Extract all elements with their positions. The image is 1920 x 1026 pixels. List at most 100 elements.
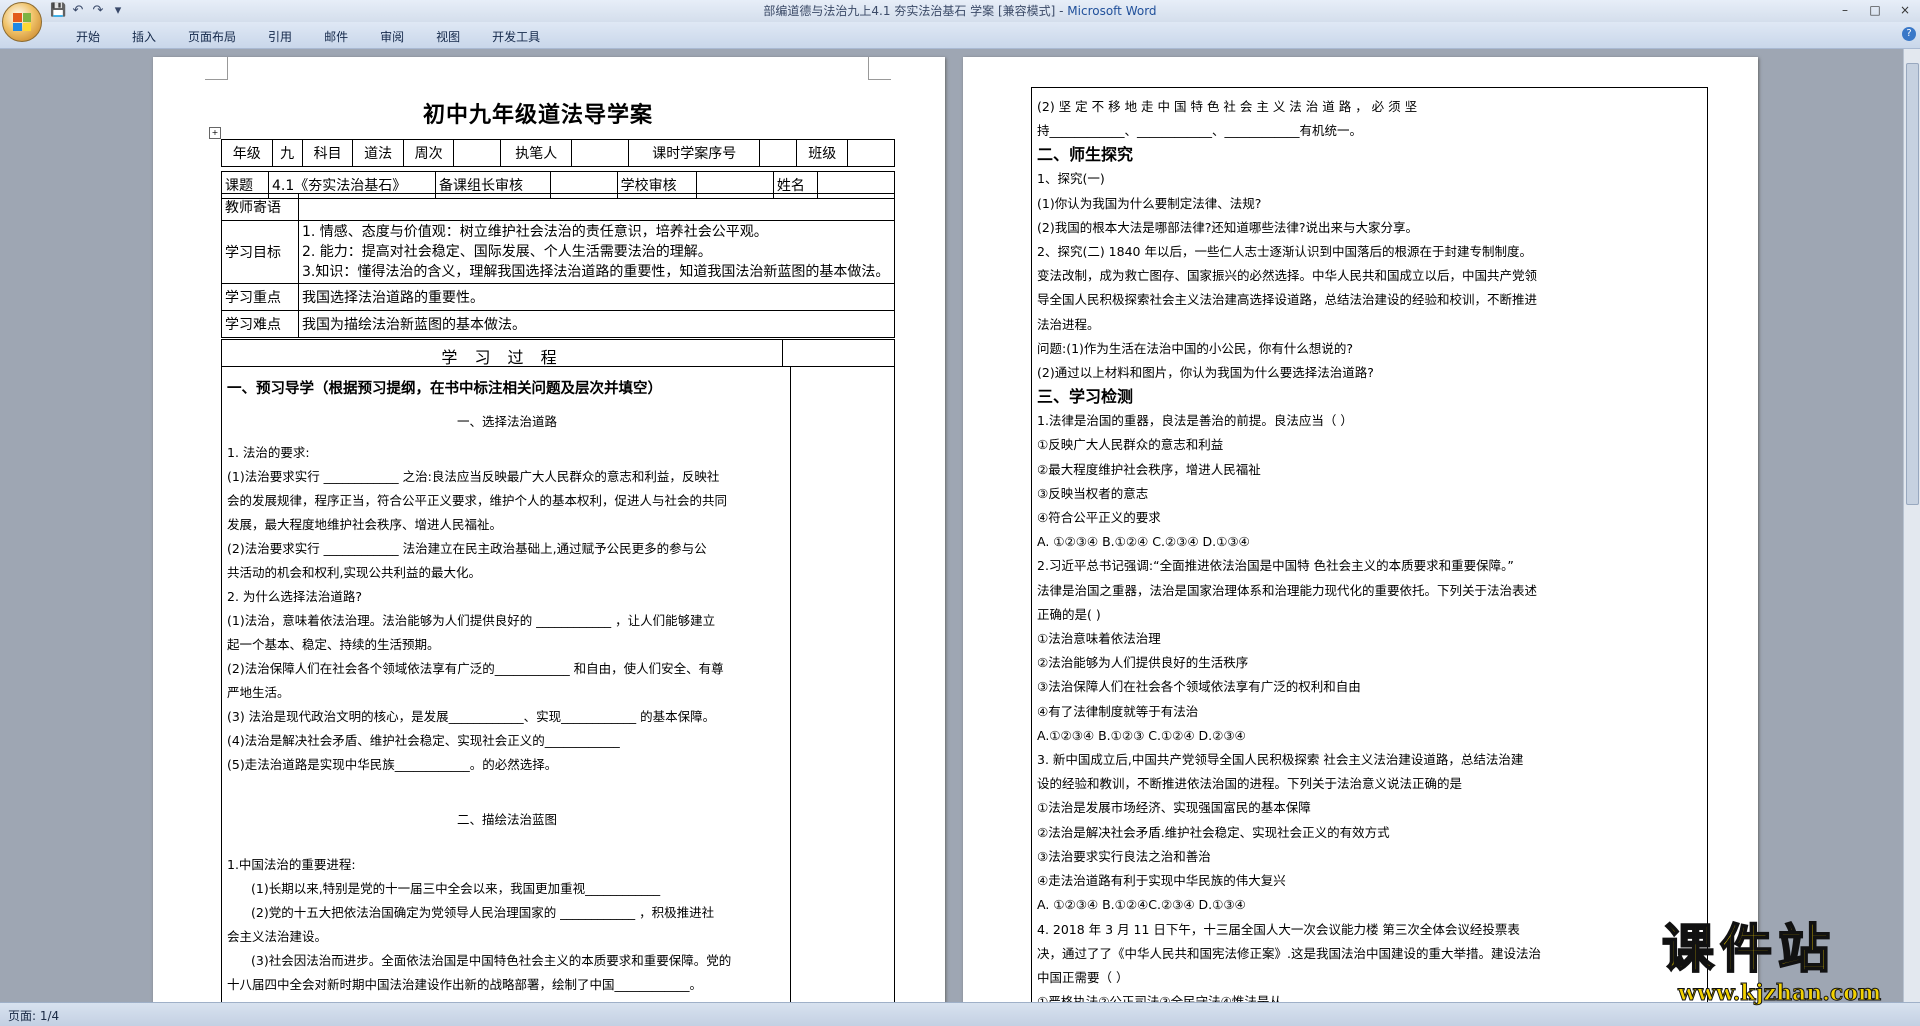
maximize-button[interactable]: □ [1860, 0, 1890, 20]
page1-content: 一、预习导学（根据预习提纲，在书中标注相关问题及层次并填空） 一、选择法治道路 … [227, 375, 787, 997]
text-line: 法律是治国之重器，法治是国家治理体系和治理能力现代化的重要依托。下列关于法治表述 [1037, 582, 1538, 598]
text-line: ③法治保障人们在社会各个领域依法享有广泛的权利和自由 [1037, 679, 1361, 695]
text-line: 问题:(1)作为生活在法治中国的小公民，你有什么想说的? [1037, 340, 1354, 356]
cell: 九 [271, 139, 303, 167]
text-line: 2、探究(二) 1840 年以后，一些仁人志士逐渐认识到中国落后的根源在于封建专… [1037, 244, 1532, 260]
text-line: 发展，最大程度地维护社会秩序、增进人民福祉。 [227, 517, 503, 532]
text-line: ④走法治道路有利于实现中华民族的伟大复兴 [1037, 873, 1286, 889]
text-line: (2) 坚 定 不 移 地 走 中 国 特 色 社 会 主 义 法 治 道 路 … [1037, 99, 1418, 114]
undo-icon[interactable]: ↶ [70, 3, 86, 19]
text-line: ④有了法律制度就等于有法治 [1037, 703, 1199, 719]
watermark-main: 课件站 [1661, 919, 1837, 981]
tab-insert[interactable]: 插入 [116, 28, 172, 45]
text-line: 1.中国法治的重要进程: [227, 857, 356, 872]
section-heading: 三、学习检测 [1037, 387, 1134, 407]
text-line: ④符合公平正义的要求 [1037, 510, 1161, 526]
office-button[interactable] [2, 2, 42, 42]
text-line: (2)法治保障人们在社会各个领域依法享有广泛的____________ 和自由，… [227, 661, 724, 676]
tab-references[interactable]: 引用 [252, 28, 308, 45]
text-line: 设的经验和教训，不断推进依法治国的进程。下列关于法治意义说法正确的是 [1037, 776, 1463, 792]
text-line: 变法改制，成为救亡图存、国家振兴的必然选择。中华人民共和国成立以后，中国共产党领 [1037, 268, 1538, 284]
customize-qat-icon[interactable]: ▾ [110, 3, 126, 19]
key-point-label: 学习重点 [221, 283, 299, 311]
save-icon[interactable]: 💾 [50, 3, 66, 19]
key-point-text: 我国选择法治道路的重要性。 [298, 283, 895, 311]
objectives-table: 教师寄语 学习目标 1. 情感、态度与价值观：树立维护社会法治的责任意识，培养社… [221, 193, 895, 338]
tab-page-layout[interactable]: 页面布局 [172, 28, 252, 45]
redo-icon[interactable]: ↷ [90, 3, 106, 19]
crop-mark [205, 57, 228, 80]
text-line: ①法治是发展市场经济、实现强国富民的基本保障 [1037, 800, 1311, 816]
text-line [227, 777, 787, 801]
text-line: (2)我国的根本大法是哪部法律?还知道哪些法律?说出来与大家分享。 [1037, 219, 1418, 235]
tab-developer[interactable]: 开发工具 [476, 28, 556, 45]
text-line: (5)走法治道路是实现中华民族____________。的必然选择。 [227, 757, 558, 772]
window-title: 部编道德与法治九上4.1 夯实法治基石 学案 [兼容模式] - Microsof… [763, 4, 1157, 18]
minimize-button[interactable]: – [1830, 0, 1860, 20]
text-line: 会的发展规律，程序正当，符合公平正义要求，维护个人的基本权利，促进人与社会的共同 [227, 493, 728, 508]
table-move-handle-icon[interactable]: + [209, 127, 221, 139]
text-line: 2. 为什么选择法治道路? [227, 589, 363, 604]
window-controls: – □ × [1830, 0, 1920, 22]
cell: 科目 [301, 139, 354, 167]
text-line: 十八届四中全会对新时期中国法治建设作出新的战略部署，绘制了中国_________… [227, 977, 703, 992]
tab-view[interactable]: 视图 [420, 28, 476, 45]
ribbon: 开始 插入 页面布局 引用 邮件 审阅 视图 开发工具 ? [0, 22, 1920, 49]
section-heading: 二、师生探究 [1037, 145, 1134, 165]
text-line: 1. 法治的要求: [227, 445, 310, 460]
cell [298, 193, 895, 221]
cell: 年级 [221, 139, 273, 167]
document-workspace[interactable]: + 初中九年级道法导学案 年级 九 科目 道法 周次 执笔人 课时学案序号 班级… [0, 49, 1904, 1002]
text-line: ①严格执法②公正司法③全民守法④惟法是从 [1037, 994, 1282, 1002]
page-2[interactable]: (2) 坚 定 不 移 地 走 中 国 特 色 社 会 主 义 法 治 道 路 … [963, 57, 1758, 1002]
cell [571, 139, 630, 167]
text-line [227, 839, 787, 853]
text-line: (2)通过以上材料和图片，你认为我国为什么要选择法治道路? [1037, 365, 1374, 381]
header-table: 年级 九 科目 道法 周次 执笔人 课时学案序号 班级 [221, 139, 895, 167]
text-line: (1)法治要求实行 ____________ 之治:良法应当反映最广大人民群众的… [227, 469, 720, 484]
text-line: A. ①②③④ B.①②④C.②③④ D.①③④ [1037, 897, 1246, 913]
objectives-label: 学习目标 [221, 220, 299, 284]
objectives-cell: 1. 情感、态度与价值观：树立维护社会法治的责任意识，培养社会公平观。 2. 能… [298, 220, 895, 284]
cell: 周次 [402, 139, 455, 167]
objective-item: 2. 能力：提高对社会稳定、国际发展、个人生活需要法治的理解。 [302, 244, 712, 260]
text-line: 起一个基本、稳定、持续的生活预期。 [227, 637, 440, 652]
text-line: 持____________、____________、____________有… [1037, 123, 1363, 139]
text-line: (3)社会因法治而进步。全面依法治国是中国特色社会主义的本质要求和重要保障。党的 [251, 953, 732, 968]
section-heading: 一、预习导学（根据预习提纲，在书中标注相关问题及层次并填空） [227, 381, 662, 397]
teacher-message-label: 教师寄语 [221, 193, 299, 221]
text-line: ③反映当权者的意志 [1037, 485, 1149, 501]
difficulty-label: 学习难点 [221, 310, 299, 338]
text-line: (3) 法治是现代政治文明的核心，是发展____________、实现_____… [227, 709, 716, 724]
scrollbar-thumb[interactable] [1906, 63, 1919, 505]
tab-home[interactable]: 开始 [60, 28, 116, 45]
vertical-scrollbar[interactable] [1903, 49, 1920, 1002]
text-line: 4. 2018 年 3 月 11 日下午，十三届全国人大一次会议能力楼 第三次全… [1037, 921, 1520, 937]
cell [759, 139, 798, 167]
text-line: (1)长期以来,特别是党的十一届三中全会以来，我国更加重视___________… [251, 881, 661, 896]
tab-review[interactable]: 审阅 [364, 28, 420, 45]
page2-content: (2) 坚 定 不 移 地 走 中 国 特 色 社 会 主 义 法 治 道 路 … [1037, 95, 1703, 1002]
text-line: ①反映广大人民群众的意志和利益 [1037, 437, 1224, 453]
tab-mailings[interactable]: 邮件 [308, 28, 364, 45]
text-line: A.①②③④ B.①②③ C.①②④ D.②③④ [1037, 727, 1246, 743]
text-line: ②最大程度维护社会秩序，增进人民福祉 [1037, 461, 1261, 477]
divider [782, 340, 783, 366]
close-button[interactable]: × [1890, 0, 1920, 20]
help-icon[interactable]: ? [1902, 27, 1916, 41]
text-line: 严地生活。 [227, 685, 290, 700]
ribbon-tabs: 开始 插入 页面布局 引用 邮件 审阅 视图 开发工具 [60, 28, 556, 45]
cell: 道法 [352, 139, 404, 167]
watermark-logo: 课件站 www.kjzhan.com [1661, 919, 1882, 1007]
text-line: 正确的是( ) [1037, 606, 1101, 622]
text-line: (1)你认为我国为什么要制定法律、法规? [1037, 195, 1262, 211]
difficulty-text: 我国为描绘法治新蓝图的基本做法。 [298, 310, 895, 338]
cell: 班级 [796, 139, 848, 167]
page-title: 初中九年级道法导学案 [423, 102, 654, 128]
watermark-url: www.kjzhan.com [1677, 980, 1882, 1007]
quick-access-toolbar: 💾 ↶ ↷ ▾ [50, 2, 126, 20]
page-indicator[interactable]: 页面: 1/4 [8, 1007, 59, 1024]
crop-mark [868, 57, 891, 80]
page-1[interactable]: + 初中九年级道法导学案 年级 九 科目 道法 周次 执笔人 课时学案序号 班级… [153, 57, 945, 1002]
text-line: A. ①②③④ B.①②④ C.②③④ D.①③④ [1037, 534, 1250, 550]
